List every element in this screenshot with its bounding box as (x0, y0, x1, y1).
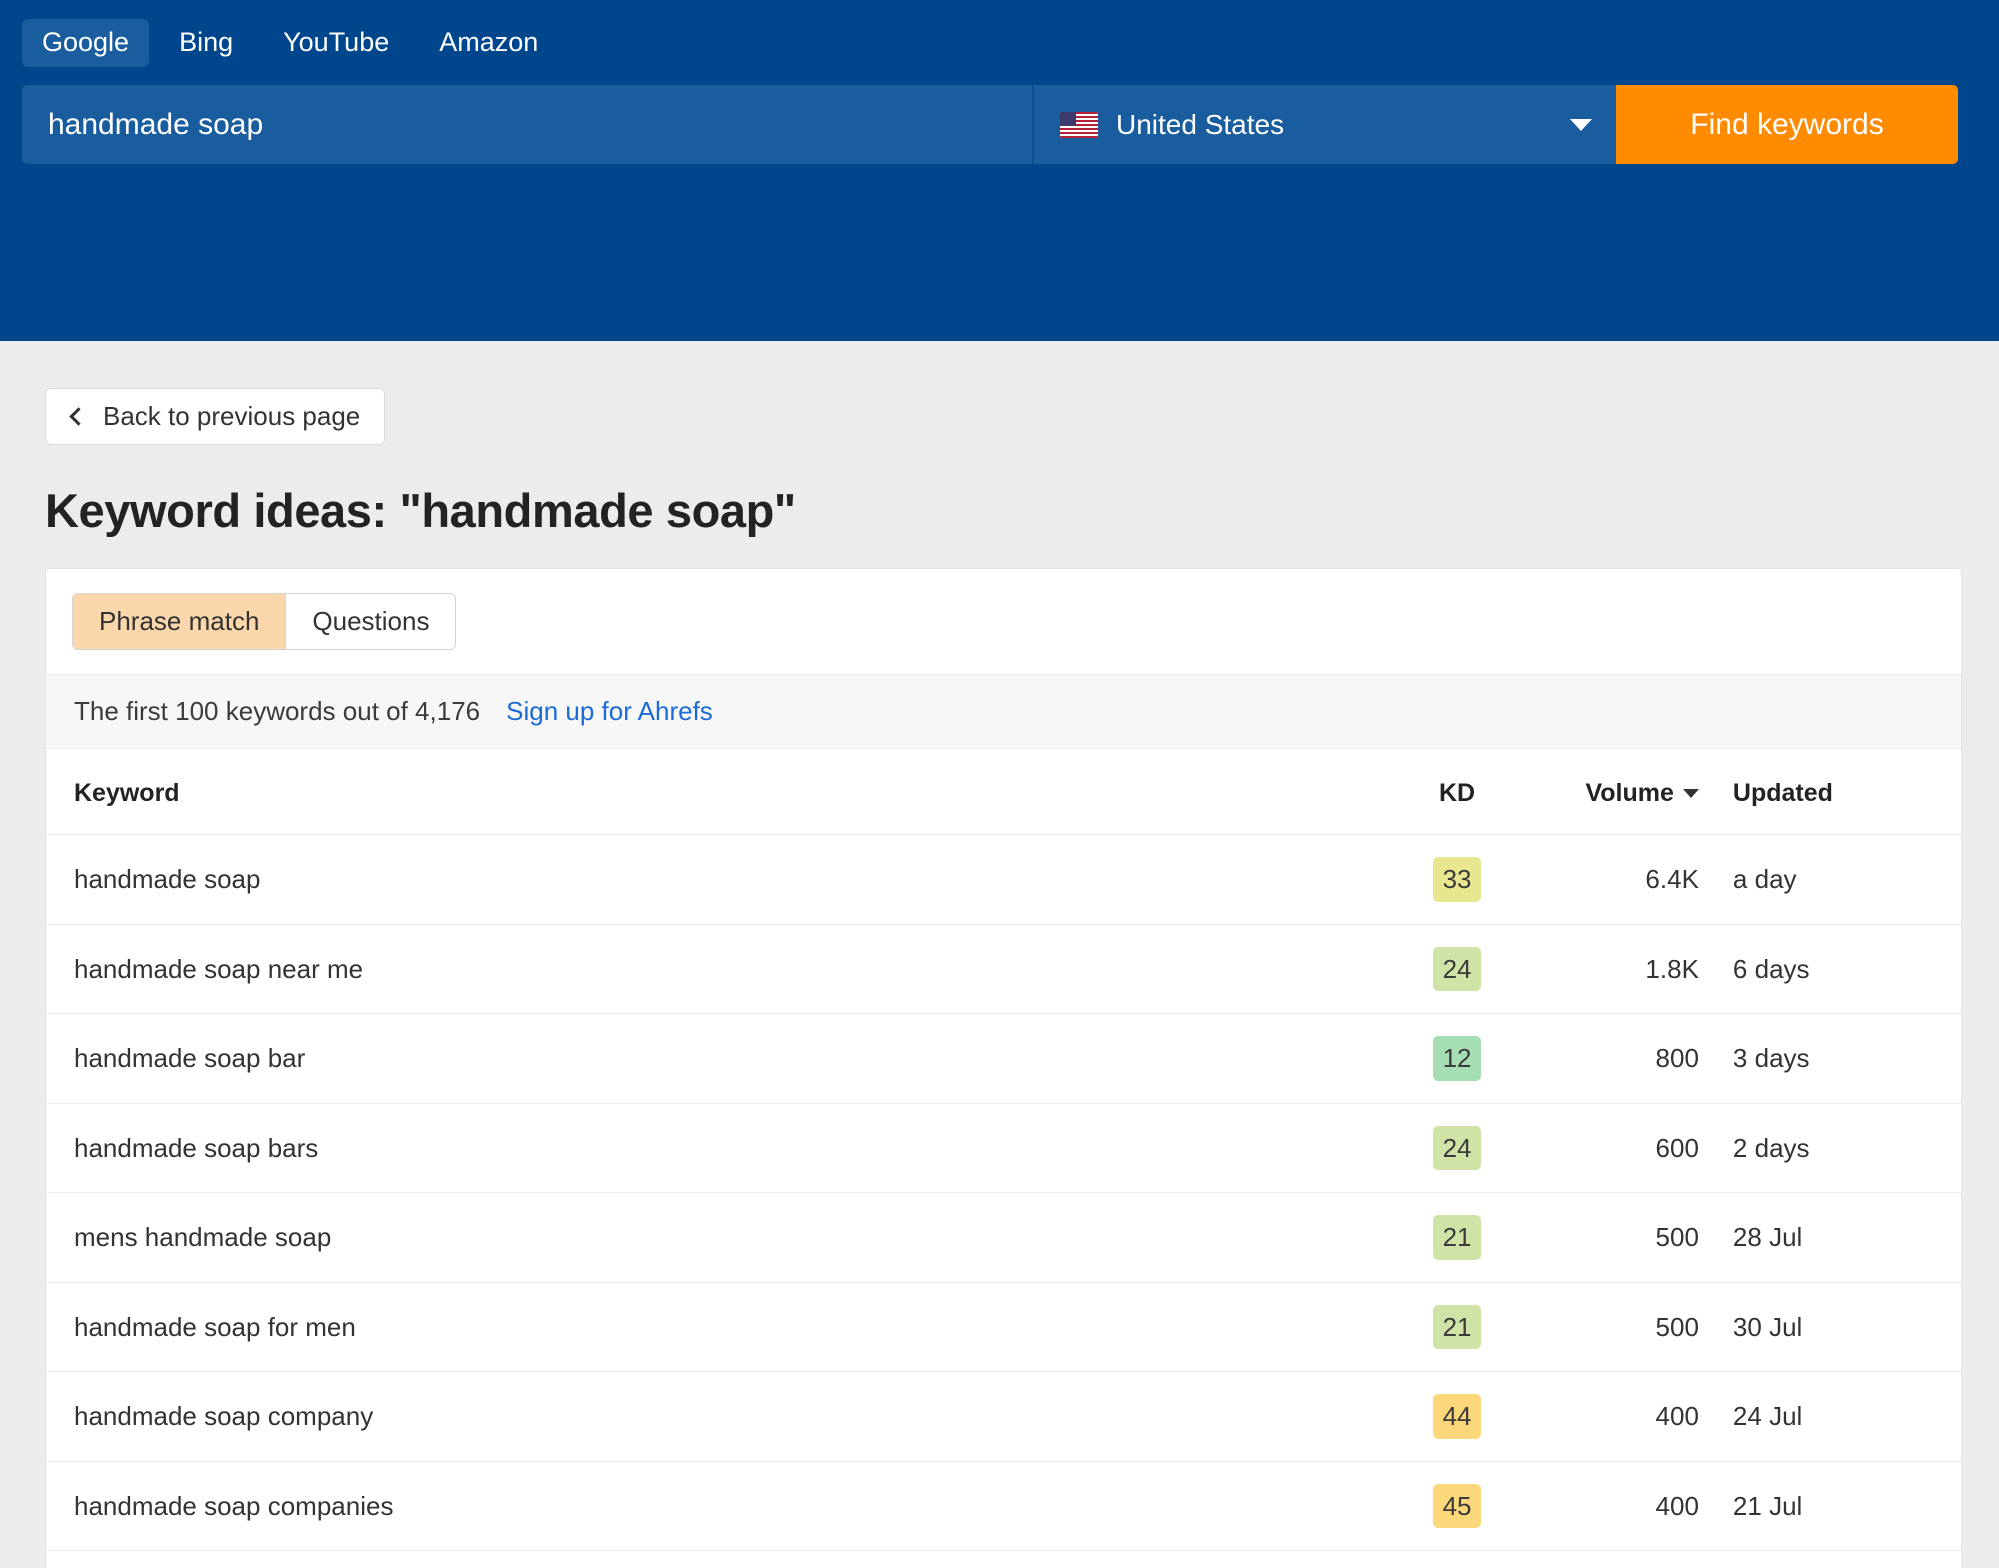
column-header-keyword-label: Keyword (74, 779, 180, 808)
cell-keyword: handmade soap for men (46, 1282, 1397, 1373)
kd-badge: 45 (1433, 1483, 1482, 1529)
engine-tab-youtube[interactable]: YouTube (263, 19, 409, 67)
column-header-updated-label: Updated (1732, 779, 1833, 808)
cell-kd: 16 (1396, 1550, 1518, 1568)
column-header-updated[interactable]: Updated (1698, 749, 1961, 836)
results-info-bar: The first 100 keywords out of 4,176 Sign… (46, 674, 1961, 750)
sign-up-link[interactable]: Sign up for Ahrefs (506, 696, 713, 727)
cell-kd: 44 (1396, 1371, 1518, 1462)
table-row: handmade soap company 44 400 24 Jul (46, 1371, 1961, 1462)
back-button-label: Back to previous page (103, 401, 361, 431)
cell-updated: 3 days (1698, 1013, 1961, 1104)
cell-keyword: handmade soap company (46, 1371, 1397, 1462)
cell-kd: 33 (1396, 834, 1518, 925)
column-header-kd-label: KD (1438, 779, 1476, 808)
table-row: handmade soap companies 45 400 21 Jul (46, 1461, 1961, 1552)
engine-tab-google[interactable]: Google (22, 19, 150, 67)
column-header-kd[interactable]: KD (1396, 749, 1518, 836)
table-row: handmade soap bar 12 800 3 days (46, 1013, 1961, 1104)
keyword-ideas-card: Phrase match Questions The first 100 keyw… (45, 567, 1962, 1568)
page-body: Back to previous page Keyword ideas: "ha… (0, 341, 1999, 1568)
match-tab-label: Phrase match (99, 605, 260, 636)
keyword-ideas-table: Keyword KD Volume Updated handmade soap 3… (46, 749, 1961, 1568)
column-header-volume[interactable]: Volume (1517, 749, 1699, 836)
chevron-left-icon (69, 407, 88, 426)
page-title: Keyword ideas: "handmade soap" (45, 483, 796, 537)
table-row: mens handmade soap 21 500 28 Jul (46, 1192, 1961, 1283)
chevron-down-icon (1570, 118, 1592, 131)
results-count-text: The first 100 keywords out of 4,176 (74, 696, 481, 727)
cell-keyword: handmade soap near me (46, 924, 1397, 1015)
search-input[interactable] (48, 107, 1006, 142)
match-type-tabs-row: Phrase match Questions (46, 569, 1961, 675)
table-row: handmade soap near me 24 1.8K 6 days (46, 924, 1961, 1015)
cell-keyword: mens handmade soap (46, 1192, 1397, 1283)
engine-tab-label: Bing (179, 27, 234, 58)
cell-keyword: handmade soap (46, 834, 1397, 925)
cell-updated: 28 Jul (1698, 1192, 1961, 1283)
column-header-volume-label: Volume (1585, 779, 1674, 808)
cell-kd: 24 (1396, 924, 1518, 1015)
cell-updated: 21 Jul (1698, 1461, 1961, 1552)
cell-volume: 800 (1517, 1013, 1699, 1104)
cell-kd: 12 (1396, 1013, 1518, 1104)
match-tab-questions[interactable]: Questions (285, 593, 456, 650)
find-keywords-button[interactable]: Find keywords (1616, 85, 1958, 164)
cell-keyword: handmade soap companies (46, 1461, 1397, 1552)
cell-updated: a day (1698, 834, 1961, 925)
cell-keyword: local handmade soap near me (46, 1550, 1397, 1568)
cell-keyword: handmade soap bar (46, 1013, 1397, 1104)
cell-updated: 2 days (1698, 1103, 1961, 1194)
search-input-wrapper[interactable] (22, 85, 1034, 164)
table-body: handmade soap 33 6.4K a day handmade soap ne… (46, 834, 1961, 1568)
cell-keyword: handmade soap bars (46, 1103, 1397, 1194)
cell-volume: 400 (1517, 1461, 1699, 1552)
kd-badge: 24 (1433, 946, 1482, 992)
match-tab-label: Questions (312, 605, 430, 636)
cell-volume: 400 (1517, 1550, 1699, 1568)
cell-kd: 24 (1396, 1103, 1518, 1194)
cell-kd: 45 (1396, 1461, 1518, 1552)
cell-volume: 500 (1517, 1192, 1699, 1283)
kd-badge: 24 (1433, 1125, 1482, 1171)
engine-tab-label: Amazon (439, 27, 539, 58)
engine-tab-amazon[interactable]: Amazon (419, 19, 558, 67)
engine-tab-bing[interactable]: Bing (159, 19, 253, 67)
cell-updated: 30 Jul (1698, 1282, 1961, 1373)
app-header: Google Bing YouTube Amazon United States Fi… (0, 0, 1999, 341)
cell-volume: 600 (1517, 1103, 1699, 1194)
cell-volume: 400 (1517, 1371, 1699, 1462)
cell-updated: 24 Jul (1698, 1550, 1961, 1568)
cell-updated: 6 days (1698, 924, 1961, 1015)
table-row: handmade soap bars 24 600 2 days (46, 1103, 1961, 1194)
kd-badge: 12 (1433, 1036, 1482, 1081)
back-to-previous-page-button[interactable]: Back to previous page (45, 388, 386, 445)
search-engine-tabs: Google Bing YouTube Amazon (22, 14, 1977, 72)
engine-tab-label: YouTube (283, 27, 390, 58)
engine-tab-label: Google (42, 27, 130, 58)
cell-volume: 6.4K (1517, 834, 1699, 925)
country-selector[interactable]: United States (1034, 85, 1616, 164)
cell-kd: 21 (1396, 1192, 1518, 1283)
kd-badge: 44 (1433, 1394, 1482, 1439)
us-flag-icon (1060, 111, 1098, 138)
match-type-tabs: Phrase match Questions (72, 592, 457, 651)
column-header-keyword[interactable]: Keyword (46, 749, 1397, 836)
search-bar: United States Find keywords (22, 85, 1958, 164)
sort-descending-icon (1682, 789, 1699, 799)
cell-volume: 1.8K (1517, 924, 1699, 1015)
kd-badge: 21 (1433, 1215, 1482, 1260)
cell-kd: 21 (1396, 1282, 1518, 1373)
kd-badge: 21 (1433, 1304, 1482, 1350)
cell-volume: 500 (1517, 1282, 1699, 1373)
table-head: Keyword KD Volume Updated (46, 749, 1961, 836)
table-row: handmade soap for men 21 500 30 Jul (46, 1282, 1961, 1373)
country-selector-label: United States (1116, 108, 1285, 140)
kd-badge: 33 (1433, 857, 1482, 902)
table-row: local handmade soap near me1640024 Jul (46, 1550, 1961, 1568)
match-tab-phrase-match[interactable]: Phrase match (73, 593, 286, 650)
cell-updated: 24 Jul (1698, 1371, 1961, 1462)
table-header-row: Keyword KD Volume Updated (46, 749, 1961, 836)
table-row: handmade soap 33 6.4K a day (46, 834, 1961, 925)
